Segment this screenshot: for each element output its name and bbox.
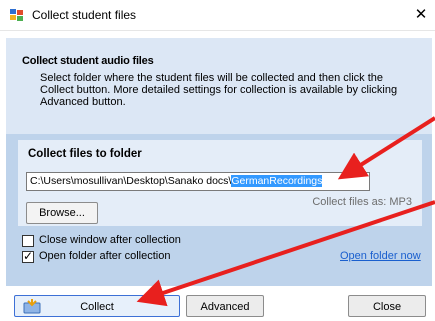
close-button[interactable]: Close bbox=[348, 295, 426, 317]
collect-button-label: Collect bbox=[80, 301, 114, 313]
path-prefix: C:\Users\mosullivan\Desktop\Sanako docs\ bbox=[30, 175, 232, 187]
app-icon bbox=[10, 9, 23, 21]
path-selected-text: GermanRecordings bbox=[231, 175, 323, 187]
open-folder-label: Open folder after collection bbox=[39, 250, 171, 262]
header-title: Collect student audio files bbox=[22, 55, 154, 67]
collect-button[interactable]: Collect bbox=[14, 295, 180, 317]
collect-student-files-dialog: Collect student files ✕ Collect student … bbox=[0, 0, 435, 321]
close-window-label: Close window after collection bbox=[39, 234, 181, 246]
header-description: Select folder where the student files wi… bbox=[40, 72, 398, 108]
title-bar: Collect student files ✕ bbox=[0, 0, 435, 31]
open-folder-now-link[interactable]: Open folder now bbox=[340, 250, 421, 262]
checkmark-icon: ✓ bbox=[23, 249, 34, 263]
window-title: Collect student files bbox=[32, 8, 137, 22]
close-icon[interactable]: ✕ bbox=[411, 5, 431, 25]
open-folder-checkbox[interactable]: ✓ bbox=[22, 249, 34, 263]
browse-button[interactable]: Browse... bbox=[26, 202, 98, 224]
header-panel: Collect student audio files Select folde… bbox=[6, 38, 432, 134]
advanced-button[interactable]: Advanced bbox=[186, 295, 264, 317]
close-window-checkbox[interactable] bbox=[22, 235, 34, 247]
folder-panel: Collect files to folder C:\Users\mosulli… bbox=[18, 140, 422, 226]
folder-section-label: Collect files to folder bbox=[28, 148, 142, 160]
folder-path-input[interactable]: C:\Users\mosullivan\Desktop\Sanako docs\… bbox=[26, 172, 370, 191]
dialog-body: Collect student audio files Select folde… bbox=[6, 38, 432, 286]
collect-format-label: Collect files as: MP3 bbox=[312, 196, 412, 208]
